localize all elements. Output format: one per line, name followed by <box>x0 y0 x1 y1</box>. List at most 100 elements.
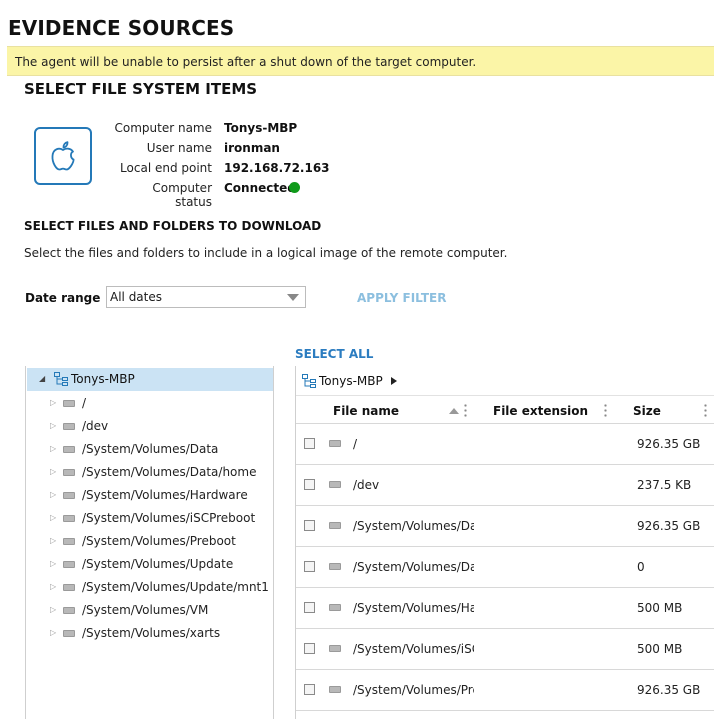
chevron-down-icon <box>287 294 299 301</box>
collapsed-arrow-icon[interactable]: ▷ <box>50 490 56 499</box>
collapsed-arrow-icon[interactable]: ▷ <box>50 421 56 430</box>
download-description: Select the files and folders to include … <box>24 246 508 260</box>
row-checkbox[interactable] <box>304 438 315 449</box>
apply-filter-button[interactable]: APPLY FILTER <box>357 291 446 305</box>
tree-item-label: /dev <box>82 419 109 433</box>
tree-item[interactable]: ▷ /System/Volumes/iSCPreboot <box>26 509 272 529</box>
date-range-dropdown[interactable]: All dates <box>106 286 306 308</box>
network-computer-icon <box>302 374 316 388</box>
computer-name-value: Tonys-MBP <box>224 121 298 135</box>
date-range-label: Date range <box>25 291 101 305</box>
date-range-value: All dates <box>110 290 163 304</box>
row-checkbox[interactable] <box>304 643 315 654</box>
drive-icon <box>63 515 75 522</box>
tree-item[interactable]: ▷ /dev <box>26 417 272 437</box>
tree-item[interactable]: ▷ / <box>26 394 272 414</box>
file-name-cell: /System/Volumes/Preboot <box>353 683 474 697</box>
collapsed-arrow-icon[interactable]: ▷ <box>50 513 56 522</box>
drive-icon <box>329 563 341 570</box>
collapsed-arrow-icon[interactable]: ▷ <box>50 582 56 591</box>
grid-header: File name File extension Size <box>296 399 714 424</box>
tree-item[interactable]: ▷ /System/Volumes/Data <box>26 440 272 460</box>
size-cell: 500 MB <box>637 601 683 615</box>
tree-item[interactable]: ▷ /System/Volumes/xarts <box>26 624 272 644</box>
table-row[interactable]: /System/Volumes/Data 926.35 GB <box>296 506 714 547</box>
page-title: EVIDENCE SOURCES <box>8 16 235 40</box>
column-menu-icon[interactable] <box>704 403 707 417</box>
row-checkbox[interactable] <box>304 561 315 572</box>
tree-root-item[interactable]: ◢ Tonys-MBP <box>27 368 273 391</box>
warning-banner: The agent will be unable to persist afte… <box>7 46 714 76</box>
drive-icon <box>63 561 75 568</box>
file-name-cell: /System/Volumes/iSCPreboot <box>353 642 474 656</box>
collapsed-arrow-icon[interactable]: ▷ <box>50 628 56 637</box>
select-all-link[interactable]: SELECT ALL <box>295 347 373 361</box>
apple-icon <box>34 127 92 185</box>
table-row[interactable]: /System/Volumes/Hardware 500 MB <box>296 588 714 629</box>
row-checkbox[interactable] <box>304 602 315 613</box>
collapsed-arrow-icon[interactable]: ▷ <box>50 467 56 476</box>
local-end-point-label: Local end point <box>120 161 212 175</box>
column-header-size[interactable]: Size <box>633 404 661 418</box>
table-row[interactable]: /System/Volumes/Preboot 926.35 GB <box>296 670 714 711</box>
column-menu-icon[interactable] <box>464 403 467 417</box>
file-name-cell: / <box>353 437 358 451</box>
tree-item-label: /System/Volumes/Update/mnt1 <box>82 580 269 594</box>
row-checkbox[interactable] <box>304 479 315 490</box>
breadcrumb-item[interactable]: Tonys-MBP <box>319 374 383 388</box>
folder-tree: ◢ Tonys-MBP ▷ / ▷/dev ▷/System/Volumes/Data… <box>25 366 274 719</box>
table-row[interactable]: /dev 237.5 KB <box>296 465 714 506</box>
tree-item-label: /System/Volumes/xarts <box>82 626 221 640</box>
drive-icon <box>329 522 341 529</box>
tree-item[interactable]: ▷ /System/Volumes/Data/home <box>26 463 272 483</box>
tree-item-label: /System/Volumes/Preboot <box>82 534 236 548</box>
tree-item[interactable]: ▷ /System/Volumes/Update/mnt1 <box>26 578 272 598</box>
tree-item[interactable]: ▷ /System/Volumes/VM <box>26 601 272 621</box>
column-header-file-name[interactable]: File name <box>333 404 399 418</box>
breadcrumb-arrow-icon[interactable] <box>391 377 397 385</box>
drive-icon <box>329 604 341 611</box>
size-cell: 926.35 GB <box>637 519 701 533</box>
collapsed-arrow-icon[interactable]: ▷ <box>50 559 56 568</box>
expanded-arrow-icon[interactable]: ◢ <box>39 374 45 383</box>
drive-icon <box>63 423 75 430</box>
column-header-file-extension[interactable]: File extension <box>493 404 588 418</box>
table-row[interactable]: /System/Volumes/iSCPreboot 500 MB <box>296 629 714 670</box>
status-connected-icon <box>289 182 300 193</box>
download-title: SELECT FILES AND FOLDERS TO DOWNLOAD <box>24 219 322 233</box>
drive-icon <box>63 630 75 637</box>
drive-icon <box>63 538 75 545</box>
collapsed-arrow-icon[interactable]: ▷ <box>50 536 56 545</box>
collapsed-arrow-icon[interactable]: ▷ <box>50 605 56 614</box>
collapsed-arrow-icon[interactable]: ▷ <box>50 444 56 453</box>
table-row[interactable]: / 926.35 GB <box>296 424 714 465</box>
user-name-label: User name <box>146 141 212 155</box>
collapsed-arrow-icon[interactable]: ▷ <box>50 398 56 407</box>
computer-status-value: Connected <box>224 181 296 195</box>
drive-icon <box>63 492 75 499</box>
file-name-cell: /System/Volumes/Data/home <box>353 560 474 574</box>
tree-item[interactable]: ▷ /System/Volumes/Preboot <box>26 532 272 552</box>
table-row[interactable]: /System/Volumes/Data/home 0 <box>296 547 714 588</box>
file-grid: Tonys-MBP File name File extension Size … <box>295 366 714 719</box>
sort-ascending-icon[interactable] <box>449 408 459 414</box>
tree-item-label: /System/Volumes/Data <box>82 442 219 456</box>
drive-icon <box>63 607 75 614</box>
size-cell: 926.35 GB <box>637 437 701 451</box>
drive-icon <box>63 400 75 407</box>
tree-item[interactable]: ▷ /System/Volumes/Update <box>26 555 272 575</box>
row-checkbox[interactable] <box>304 520 315 531</box>
drive-icon <box>329 686 341 693</box>
drive-icon <box>63 584 75 591</box>
file-name-cell: /dev <box>353 478 380 492</box>
user-name-value: ironman <box>224 141 280 155</box>
size-cell: 0 <box>637 560 645 574</box>
tree-item[interactable]: ▷ /System/Volumes/Hardware <box>26 486 272 506</box>
tree-item-label: /System/Volumes/VM <box>82 603 209 617</box>
drive-icon <box>63 469 75 476</box>
drive-icon <box>63 446 75 453</box>
computer-status-label: Computer status <box>152 181 212 209</box>
row-checkbox[interactable] <box>304 684 315 695</box>
network-computer-icon <box>54 372 68 386</box>
column-menu-icon[interactable] <box>604 403 607 417</box>
